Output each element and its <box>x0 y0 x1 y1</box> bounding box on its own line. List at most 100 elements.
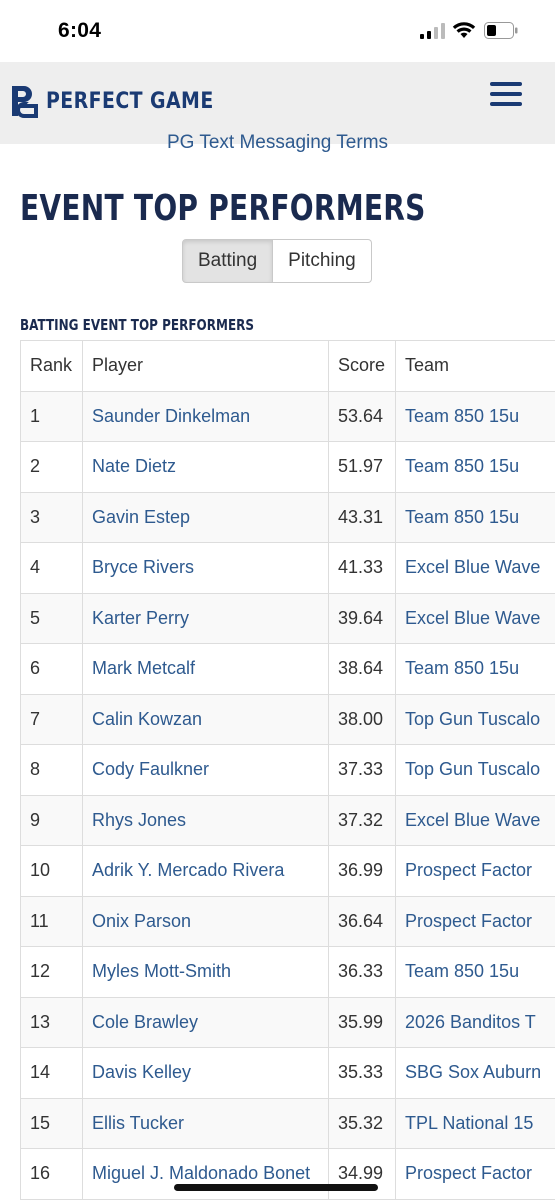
score-cell: 51.97 <box>328 441 396 493</box>
player-cell: Saunder Dinkelman <box>82 390 329 442</box>
player-cell: Cody Faulkner <box>82 744 329 796</box>
player-link[interactable]: Rhys Jones <box>92 810 186 830</box>
team-cell: Top Gun Tuscalo <box>395 744 555 796</box>
team-cell: Prospect Factor <box>395 895 555 947</box>
table-row: 4 Bryce Rivers 41.33 Excel Blue Wave <box>20 542 555 594</box>
page-title: EVENT TOP PERFORMERS <box>20 188 426 229</box>
team-cell: Team 850 15u <box>395 946 555 998</box>
score-cell: 36.64 <box>328 895 396 947</box>
player-link[interactable]: Adrik Y. Mercado Rivera <box>92 860 284 880</box>
team-cell: 2026 Banditos T <box>395 996 555 1048</box>
table-header-row: Rank Player Score Team <box>20 340 555 392</box>
wifi-icon <box>452 22 476 38</box>
team-link[interactable]: Prospect Factor <box>405 860 532 880</box>
team-cell: Excel Blue Wave <box>395 542 555 594</box>
player-link[interactable]: Cody Faulkner <box>92 759 209 779</box>
player-cell: Davis Kelley <box>82 1047 329 1099</box>
player-link[interactable]: Cole Brawley <box>92 1012 198 1032</box>
player-link[interactable]: Davis Kelley <box>92 1062 191 1082</box>
table-row: 1 Saunder Dinkelman 53.64 Team 850 15u <box>20 390 555 442</box>
player-cell: Bryce Rivers <box>82 542 329 594</box>
table-row: 2 Nate Dietz 51.97 Team 850 15u <box>20 441 555 493</box>
team-link[interactable]: Top Gun Tuscalo <box>405 759 540 779</box>
rank-header: Rank <box>20 340 83 392</box>
hamburger-menu-icon[interactable] <box>490 82 522 110</box>
performers-table: Rank Player Score Team 1 Saunder Dinkelma… <box>20 340 555 1200</box>
team-link[interactable]: Excel Blue Wave <box>405 810 540 830</box>
table-row: 11 Onix Parson 36.64 Prospect Factor <box>20 895 555 947</box>
home-indicator <box>174 1184 378 1191</box>
team-cell: Team 850 15u <box>395 491 555 543</box>
score-cell: 35.33 <box>328 1047 396 1099</box>
team-link[interactable]: Excel Blue Wave <box>405 608 540 628</box>
team-link[interactable]: SBG Sox Auburn <box>405 1062 541 1082</box>
team-cell: Team 850 15u <box>395 390 555 442</box>
team-header: Team <box>395 340 555 392</box>
score-cell: 38.00 <box>328 693 396 745</box>
player-link[interactable]: Mark Metcalf <box>92 658 195 678</box>
team-cell: Prospect Factor <box>395 845 555 897</box>
team-cell: Team 850 15u <box>395 441 555 493</box>
signal-icon <box>420 23 445 39</box>
table-row: 12 Myles Mott-Smith 36.33 Team 850 15u <box>20 946 555 998</box>
team-link[interactable]: Prospect Factor <box>405 1163 532 1183</box>
player-cell: Adrik Y. Mercado Rivera <box>82 845 329 897</box>
rank-cell: 2 <box>20 441 83 493</box>
rank-cell: 3 <box>20 491 83 543</box>
team-cell: Top Gun Tuscalo <box>395 693 555 745</box>
table-row: 14 Davis Kelley 35.33 SBG Sox Auburn <box>20 1047 555 1099</box>
player-link[interactable]: Saunder Dinkelman <box>92 406 250 426</box>
performers-table-scroll[interactable]: Rank Player Score Team 1 Saunder Dinkelma… <box>20 340 555 1200</box>
table-row: 10 Adrik Y. Mercado Rivera 36.99 Prospect F… <box>20 845 555 897</box>
text-messaging-terms-link[interactable]: PG Text Messaging Terms <box>0 130 555 156</box>
battery-icon <box>484 22 518 39</box>
rank-cell: 16 <box>20 1148 83 1200</box>
table-row: 6 Mark Metcalf 38.64 Team 850 15u <box>20 643 555 695</box>
team-link[interactable]: Team 850 15u <box>405 406 519 426</box>
score-cell: 35.99 <box>328 996 396 1048</box>
team-link[interactable]: Team 850 15u <box>405 507 519 527</box>
pitching-tab[interactable]: Pitching <box>273 239 372 283</box>
player-link[interactable]: Ellis Tucker <box>92 1113 184 1133</box>
rank-cell: 5 <box>20 592 83 644</box>
player-cell: Onix Parson <box>82 895 329 947</box>
table-row: 8 Cody Faulkner 37.33 Top Gun Tuscalo <box>20 744 555 796</box>
player-cell: Miguel J. Maldonado Bonet <box>82 1148 329 1200</box>
team-cell: Excel Blue Wave <box>395 592 555 644</box>
team-link[interactable]: Top Gun Tuscalo <box>405 709 540 729</box>
team-link[interactable]: 2026 Banditos T <box>405 1012 536 1032</box>
team-cell: TPL National 15 <box>395 1097 555 1149</box>
team-link[interactable]: Excel Blue Wave <box>405 557 540 577</box>
player-link[interactable]: Gavin Estep <box>92 507 190 527</box>
score-cell: 36.33 <box>328 946 396 998</box>
player-link[interactable]: Karter Perry <box>92 608 189 628</box>
player-cell: Nate Dietz <box>82 441 329 493</box>
player-link[interactable]: Onix Parson <box>92 911 191 931</box>
score-cell: 41.33 <box>328 542 396 594</box>
text-messaging-terms-label: PG Text Messaging Terms <box>166 132 389 153</box>
status-bar: 6:04 <box>0 0 555 62</box>
player-cell: Gavin Estep <box>82 491 329 543</box>
team-link[interactable]: Team 850 15u <box>405 961 519 981</box>
team-link[interactable]: TPL National 15 <box>405 1113 533 1133</box>
score-cell: 36.99 <box>328 845 396 897</box>
score-cell: 53.64 <box>328 390 396 442</box>
rank-cell: 10 <box>20 845 83 897</box>
logo-text: PERFECT GAME <box>46 88 214 114</box>
table-row: 16 Miguel J. Maldonado Bonet 34.99 Prospect… <box>20 1148 555 1200</box>
player-link[interactable]: Myles Mott-Smith <box>92 961 231 981</box>
player-link[interactable]: Calin Kowzan <box>92 709 202 729</box>
player-link[interactable]: Miguel J. Maldonado Bonet <box>92 1163 310 1183</box>
team-link[interactable]: Prospect Factor <box>405 911 532 931</box>
batting-tab[interactable]: Batting <box>182 239 274 283</box>
rank-cell: 14 <box>20 1047 83 1099</box>
score-cell: 35.32 <box>328 1097 396 1149</box>
player-cell: Calin Kowzan <box>82 693 329 745</box>
team-link[interactable]: Team 850 15u <box>405 658 519 678</box>
rank-cell: 11 <box>20 895 83 947</box>
logo[interactable]: PERFECT GAME <box>10 84 241 118</box>
player-link[interactable]: Bryce Rivers <box>92 557 194 577</box>
player-link[interactable]: Nate Dietz <box>92 456 176 476</box>
team-link[interactable]: Team 850 15u <box>405 456 519 476</box>
score-cell: 37.33 <box>328 744 396 796</box>
